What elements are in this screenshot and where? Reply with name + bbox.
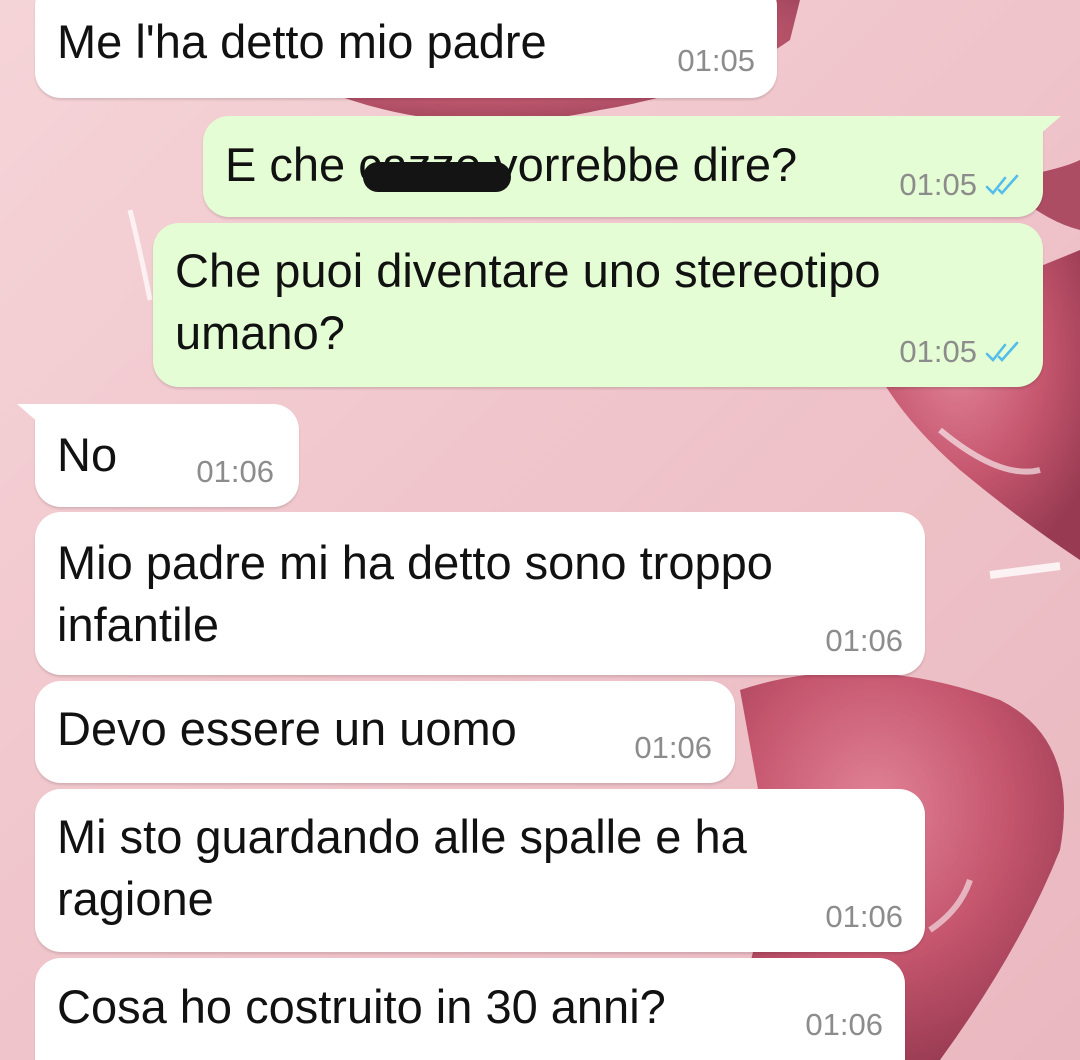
message-bubble-incoming[interactable]: Devo essere un uomo 01:06: [35, 681, 735, 783]
message-bubble-outgoing[interactable]: Che puoi diventare uno stereotipo umano?…: [153, 223, 1043, 387]
message-meta: 01:05: [899, 168, 1025, 202]
message-time: 01:06: [825, 899, 903, 934]
message-text: No: [57, 428, 118, 481]
message-time: 01:05: [899, 167, 977, 202]
message-time: 01:06: [805, 1007, 883, 1042]
message-text: Devo essere un uomo: [57, 702, 517, 755]
message-bubble-incoming[interactable]: Cosa ho costruito in 30 anni? 01:06: [35, 958, 905, 1060]
message-time: 01:06: [634, 730, 712, 765]
message-meta: 01:05: [677, 44, 755, 78]
message-meta: 01:06: [825, 900, 903, 934]
message-bubble-incoming[interactable]: Me l'ha detto mio padre 01:05: [35, 0, 777, 98]
message-time: 01:06: [825, 623, 903, 658]
message-text: E che cazzo vorrebbe dire?: [225, 138, 798, 191]
message-text: Me l'ha detto mio padre: [57, 15, 547, 68]
message-time: 01:06: [196, 454, 274, 489]
message-text: Mio padre mi ha detto sono troppo infant…: [57, 536, 773, 651]
message-text: Cosa ho costruito in 30 anni?: [57, 980, 666, 1033]
message-meta: 01:06: [634, 731, 712, 765]
double-check-icon: [985, 174, 1019, 195]
message-time: 01:05: [677, 43, 755, 78]
message-bubble-outgoing[interactable]: E che cazzo vorrebbe dire? 01:05: [203, 116, 1061, 217]
chat-view[interactable]: Me l'ha detto mio padre 01:05 E che cazz…: [0, 0, 1080, 1060]
message-bubble-incoming[interactable]: No 01:06: [17, 404, 299, 507]
message-meta: 01:06: [196, 455, 274, 489]
message-bubble-incoming[interactable]: Mi sto guardando alle spalle e ha ragion…: [35, 789, 925, 952]
message-time: 01:05: [899, 334, 977, 369]
bubble-tail: [17, 404, 47, 430]
message-meta: 01:05: [899, 335, 1025, 369]
message-meta: 01:06: [825, 624, 903, 658]
redaction-mark: [363, 162, 511, 192]
message-text: Mi sto guardando alle spalle e ha ragion…: [57, 810, 747, 925]
message-meta: 01:06: [805, 1008, 883, 1042]
bubble-tail: [1031, 116, 1061, 142]
message-bubble-incoming[interactable]: Mio padre mi ha detto sono troppo infant…: [35, 512, 925, 675]
message-text: Che puoi diventare uno stereotipo umano?: [175, 244, 881, 359]
double-check-icon: [985, 341, 1019, 362]
